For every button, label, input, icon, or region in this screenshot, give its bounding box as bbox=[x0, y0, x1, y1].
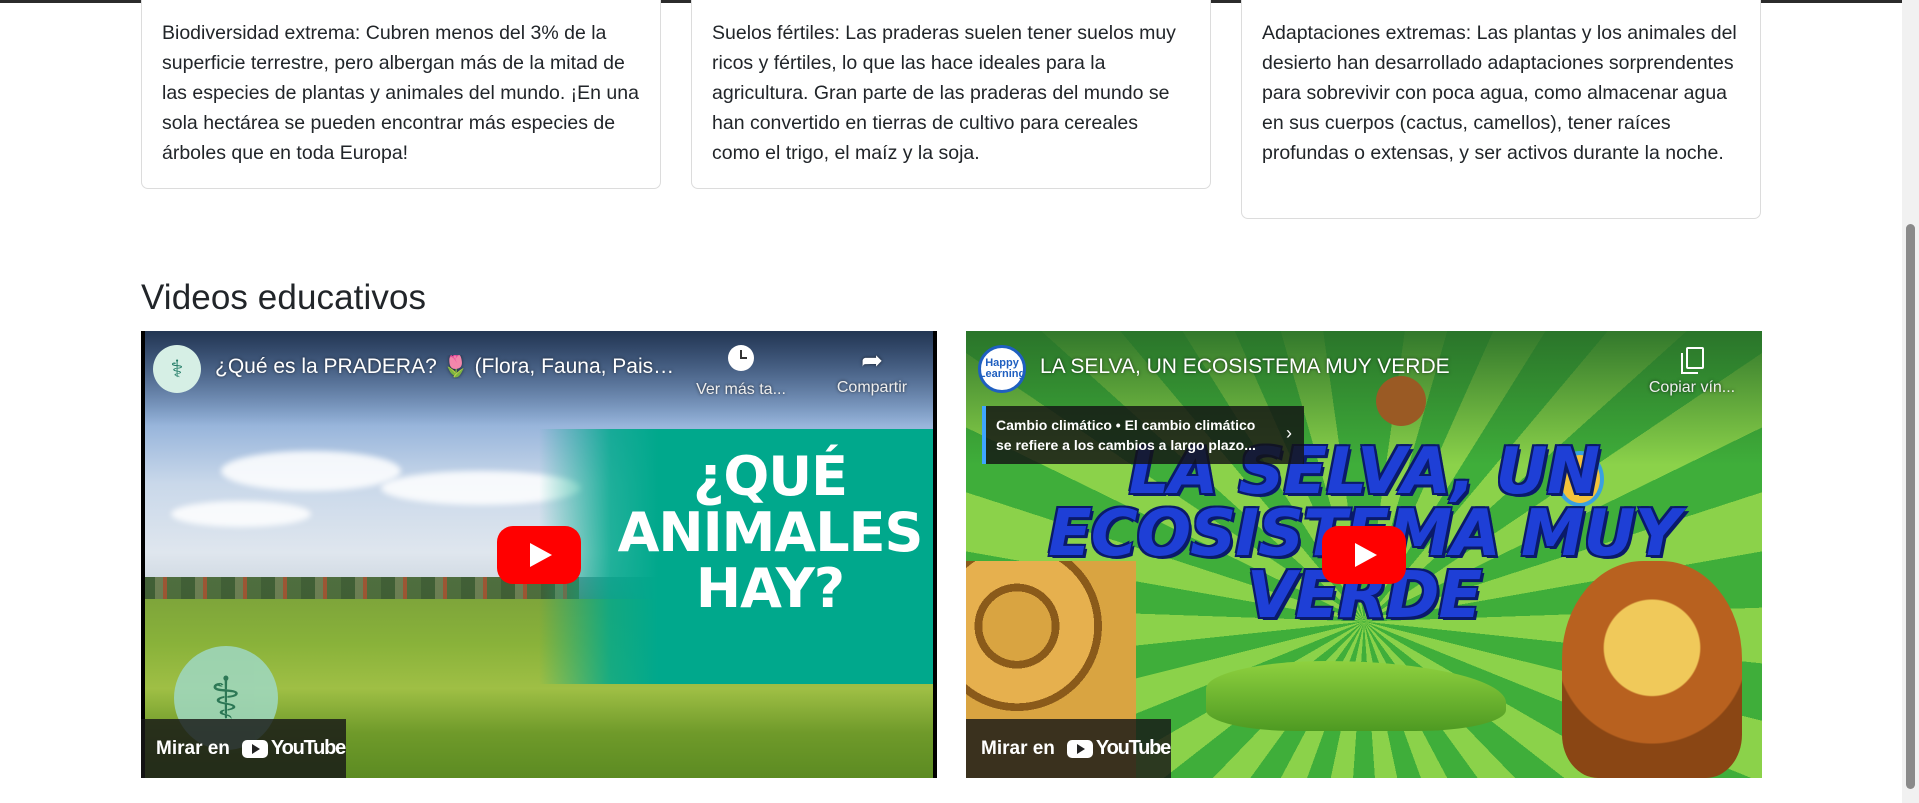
watch-on-label: Mirar en bbox=[981, 737, 1055, 759]
watch-later-button[interactable]: Ver más ta... bbox=[691, 345, 791, 399]
fact-card-adaptations: Adaptaciones extremas: Las plantas y los… bbox=[1241, 0, 1761, 219]
watch-on-youtube-button[interactable]: Mirar en YouTube bbox=[141, 719, 346, 778]
page-scrollbar[interactable] bbox=[1902, 0, 1919, 803]
play-button[interactable] bbox=[497, 525, 581, 584]
fact-card-soils: Suelos fértiles: Las praderas suelen ten… bbox=[691, 0, 1211, 189]
copy-link-button[interactable]: Copiar vín... bbox=[1642, 345, 1742, 397]
share-icon: ➦ bbox=[861, 345, 883, 375]
channel-avatar-icon[interactable]: ⚕ bbox=[153, 345, 201, 393]
copy-link-label: Copiar vín... bbox=[1648, 379, 1736, 396]
watch-on-youtube-button[interactable]: Mirar en YouTube bbox=[966, 719, 1171, 778]
share-label: Compartir bbox=[836, 379, 908, 396]
copy-icon bbox=[1642, 345, 1742, 375]
info-card[interactable]: Cambio climático • El cambio climático s… bbox=[982, 406, 1304, 464]
youtube-wordmark: YouTube bbox=[270, 737, 346, 759]
fact-card-text: Suelos fértiles: Las praderas suelen ten… bbox=[712, 22, 1176, 164]
channel-badge-text: Happy Learning bbox=[978, 357, 1026, 380]
thumbnail-text: ¿QUÉ ANIMALES HAY? bbox=[617, 445, 924, 620]
scrollbar-thumb[interactable] bbox=[1906, 224, 1915, 789]
video-title[interactable]: ¿Qué es la PRADERA? 🌷 (Flora, Fauna, Pai… bbox=[215, 355, 685, 379]
watch-on-label: Mirar en bbox=[156, 737, 230, 759]
chevron-right-icon: › bbox=[1286, 423, 1292, 443]
fact-card-text: Adaptaciones extremas: Las plantas y los… bbox=[1262, 22, 1737, 164]
share-button[interactable]: ➦ Compartir bbox=[822, 345, 922, 397]
fact-card-text: Biodiversidad extrema: Cubren menos del … bbox=[162, 22, 639, 164]
video-title[interactable]: LA SELVA, UN ECOSISTEMA MUY VERDE bbox=[1040, 355, 1510, 379]
monkey-illustration bbox=[1376, 376, 1426, 426]
video-embed-selva[interactable]: LA SELVA, UN ECOSISTEMA MUY VERDE Happy … bbox=[966, 331, 1762, 778]
info-card-text: Cambio climático • El cambio climático s… bbox=[996, 417, 1256, 453]
channel-avatar-icon[interactable]: Happy Learning bbox=[978, 345, 1026, 393]
youtube-wordmark: YouTube bbox=[1095, 737, 1171, 759]
fact-card-biodiversity: Biodiversidad extrema: Cubren menos del … bbox=[141, 0, 661, 189]
clock-icon bbox=[691, 345, 791, 377]
watch-later-label: Ver más ta... bbox=[696, 381, 786, 398]
youtube-logo-icon: YouTube bbox=[1066, 737, 1171, 760]
youtube-logo-icon: YouTube bbox=[241, 737, 346, 760]
video-embed-pradera[interactable]: ¿QUÉ ANIMALES HAY? ⚕ ⚕ ¿Qué es la PRADER… bbox=[141, 331, 937, 778]
play-button[interactable] bbox=[1322, 525, 1406, 584]
section-title: Videos educativos bbox=[141, 278, 427, 317]
